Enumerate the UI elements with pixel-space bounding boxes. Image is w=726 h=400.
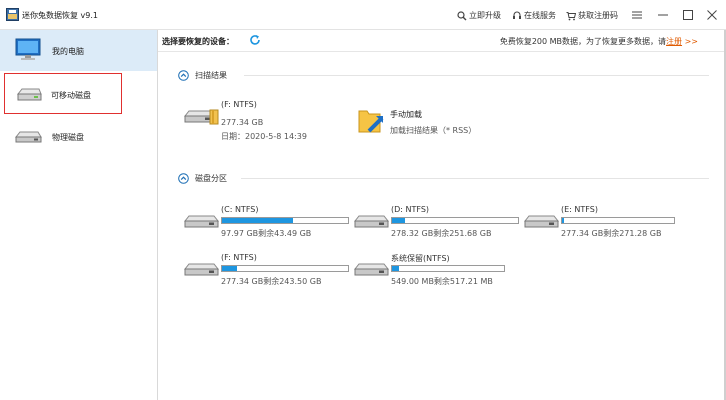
close-button[interactable] xyxy=(703,6,721,24)
section-divider xyxy=(244,75,709,76)
partition-item[interactable]: (C: NTFS) 97.97 GB剩余43.49 GB xyxy=(184,205,349,249)
sidebar: 我的电脑 可移动磁盘 物理磁盘 xyxy=(0,30,158,400)
hard-disk-icon xyxy=(184,263,220,276)
sidebar-item-removable-disk[interactable]: 可移动磁盘 xyxy=(4,73,122,114)
manual-load-desc: 加载扫描结果（* RSS） xyxy=(390,126,477,135)
headset-icon xyxy=(513,11,521,19)
usage-bar xyxy=(221,217,349,224)
usage-bar xyxy=(391,265,505,272)
close-icon xyxy=(707,10,717,20)
manual-load-title: 手动加载 xyxy=(390,110,422,119)
usage-bar-fill xyxy=(392,218,405,223)
online-service-label: 在线服务 xyxy=(524,11,556,20)
sidebar-item-label: 可移动磁盘 xyxy=(51,91,91,100)
partition-name: 系统保留(NTFS) xyxy=(391,254,450,263)
register-arrow[interactable]: >> xyxy=(685,37,698,46)
app-logo-icon xyxy=(6,8,19,21)
partition-usage: 278.32 GB剩余251.68 GB xyxy=(391,229,492,238)
get-code-label: 获取注册码 xyxy=(578,11,618,20)
scan-results-title: 扫描结果 xyxy=(195,70,227,80)
usage-bar-fill xyxy=(222,218,293,223)
section-divider xyxy=(241,178,709,179)
drive-name: (F: NTFS) xyxy=(221,100,257,109)
sidebar-item-physical-disk[interactable]: 物理磁盘 xyxy=(0,116,157,157)
drive-date: 日期：2020-5-8 14:39 xyxy=(221,132,307,141)
online-service-link[interactable]: 在线服务 xyxy=(512,10,556,21)
folder-load-icon xyxy=(358,110,384,133)
device-toolbar: 选择要恢复的设备： 免费恢复200 MB数据，为了恢复更多数据，请注册 >> xyxy=(158,30,726,52)
partition-name: (F: NTFS) xyxy=(221,253,257,262)
partition-name: (C: NTFS) xyxy=(221,205,259,214)
hard-disk-icon xyxy=(524,215,560,228)
promo-message: 免费恢复200 MB数据，为了恢复更多数据，请 xyxy=(499,37,667,46)
cart-icon xyxy=(566,11,576,20)
hard-disk-icon xyxy=(184,109,219,125)
partitions-header[interactable]: 磁盘分区 xyxy=(178,172,227,184)
menu-button[interactable] xyxy=(628,6,646,24)
window-title: 迷你兔数据恢复 v9.1 xyxy=(22,11,98,20)
partition-item[interactable]: (E: NTFS) 277.34 GB剩余271.28 GB xyxy=(524,205,684,249)
partition-item[interactable]: 系统保留(NTFS) 549.00 MB剩余517.21 MB xyxy=(354,253,514,297)
partition-item[interactable]: (F: NTFS) 277.34 GB剩余243.50 GB xyxy=(184,253,349,297)
partition-usage: 277.34 GB剩余271.28 GB xyxy=(561,229,662,238)
manual-load-button[interactable]: 手动加载 加载扫描结果（* RSS） xyxy=(358,105,508,139)
usage-bar-fill xyxy=(392,266,399,271)
drive-size: 277.34 GB xyxy=(221,118,264,127)
removable-disk-icon xyxy=(16,88,42,101)
usage-bar xyxy=(391,217,519,224)
minimize-icon xyxy=(658,14,668,16)
partition-usage: 277.34 GB剩余243.50 GB xyxy=(221,277,322,286)
refresh-icon[interactable] xyxy=(249,34,261,46)
collapse-icon xyxy=(178,172,189,184)
partition-name: (D: NTFS) xyxy=(391,205,430,214)
monitor-icon xyxy=(15,38,41,60)
minimize-button[interactable] xyxy=(654,6,672,24)
partition-usage: 549.00 MB剩余517.21 MB xyxy=(391,277,493,286)
maximize-button[interactable] xyxy=(679,6,697,24)
sidebar-item-label: 我的电脑 xyxy=(52,47,84,56)
maximize-icon xyxy=(683,10,693,20)
sidebar-item-my-computer[interactable]: 我的电脑 xyxy=(0,30,157,71)
get-code-link[interactable]: 获取注册码 xyxy=(566,10,618,21)
partitions-title: 磁盘分区 xyxy=(195,173,227,183)
usage-bar xyxy=(221,265,349,272)
upgrade-label: 立即升级 xyxy=(469,11,501,20)
partition-item[interactable]: (D: NTFS) 278.32 GB剩余251.68 GB xyxy=(354,205,519,249)
scan-result-drive[interactable]: (F: NTFS) 277.34 GB 日期：2020-5-8 14:39 xyxy=(184,100,344,144)
register-link[interactable]: 注册 xyxy=(666,37,682,46)
title-bar: 迷你兔数据恢复 v9.1 立即升级 在线服务 获取注册码 xyxy=(0,0,726,30)
scan-results-header[interactable]: 扫描结果 xyxy=(178,69,227,81)
usage-bar-fill xyxy=(562,218,565,223)
collapse-icon xyxy=(178,69,189,81)
search-icon xyxy=(457,10,467,20)
usage-bar xyxy=(561,217,675,224)
hard-disk-icon xyxy=(14,131,42,143)
partition-name: (E: NTFS) xyxy=(561,205,598,214)
hard-disk-icon xyxy=(184,215,220,228)
select-device-label: 选择要恢复的设备： xyxy=(162,37,234,46)
hard-disk-icon xyxy=(354,215,390,228)
sidebar-item-label: 物理磁盘 xyxy=(52,133,84,142)
upgrade-link[interactable]: 立即升级 xyxy=(457,10,501,21)
partition-usage: 97.97 GB剩余43.49 GB xyxy=(221,229,312,238)
promo-text: 免费恢复200 MB数据，为了恢复更多数据，请注册 >> xyxy=(500,36,698,47)
hard-disk-icon xyxy=(354,263,390,276)
usage-bar-fill xyxy=(222,266,238,271)
hamburger-icon xyxy=(632,11,642,19)
